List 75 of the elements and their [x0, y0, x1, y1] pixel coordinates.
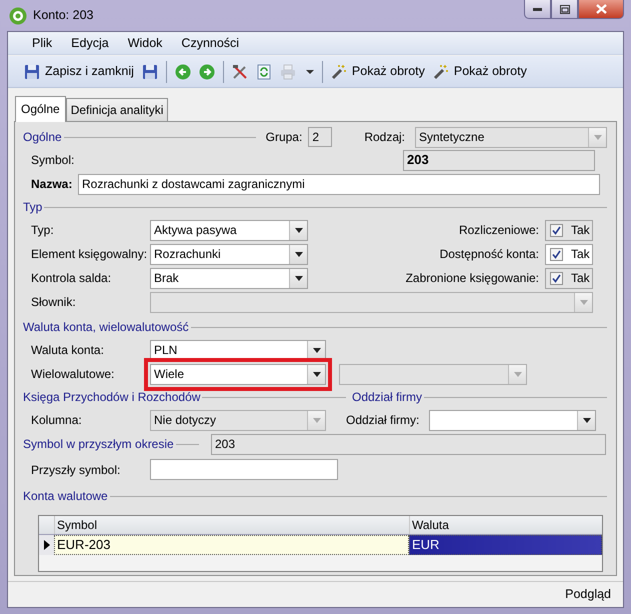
checkmark-icon — [552, 274, 561, 282]
caret-icon — [294, 276, 302, 280]
field-label: Wielowalutowe: — [30, 366, 116, 383]
table-cell[interactable]: EUR — [409, 535, 602, 555]
tab[interactable]: Definicja analityki — [66, 98, 168, 121]
caret-icon — [514, 372, 522, 376]
field-label: Rodzaj: — [364, 129, 405, 146]
field-label: Symbol: — [30, 152, 76, 169]
maximize-button[interactable] — [551, 0, 578, 19]
dropdown[interactable]: Brak — [150, 268, 308, 288]
dropdown[interactable]: Aktywa pasywa — [150, 220, 308, 240]
close-icon — [596, 4, 606, 14]
toolbar-button[interactable]: Pokaż obroty — [326, 60, 429, 83]
section-heading: Konta walutowe — [23, 488, 108, 505]
checkmark-icon — [552, 250, 561, 258]
field-label: Dostępność konta: — [438, 246, 540, 263]
minimize-icon — [533, 8, 542, 10]
magic-wand-icon — [330, 64, 347, 80]
menu-item[interactable]: Edycja — [61, 34, 118, 52]
toolbar-button[interactable]: Pokaż obroty — [428, 60, 531, 83]
group-field: 2 — [308, 127, 332, 147]
tab[interactable]: Ogólne — [15, 96, 66, 122]
field-label: Grupa: — [266, 129, 302, 146]
hammer-wrench-icon — [232, 64, 248, 80]
symbol-field: 203 — [403, 150, 595, 170]
status-text: Podgląd — [565, 586, 611, 604]
field-label: Rozliczeniowe: — [458, 222, 540, 239]
checkmark-icon — [552, 226, 561, 234]
section-heading: Księga Przychodów i Rozchodów — [23, 389, 200, 406]
column-header[interactable]: Waluta — [409, 516, 602, 534]
minimize-button[interactable] — [524, 0, 551, 19]
field-label: Przyszły symbol: — [30, 462, 122, 478]
caret-icon — [580, 300, 588, 304]
table-cell[interactable]: EUR-203 — [54, 535, 409, 555]
field-label: Słownik: — [30, 294, 77, 311]
symbol-field: 203 — [211, 434, 606, 454]
caret-icon — [582, 418, 590, 422]
caret-icon — [294, 252, 302, 256]
section-heading: Typ — [23, 199, 42, 216]
dropdown[interactable]: Rozrachunki — [150, 244, 308, 264]
field-label: Zabronione księgowanie: — [404, 270, 540, 287]
field-label: Waluta konta: — [30, 342, 105, 359]
text-field[interactable] — [150, 459, 338, 480]
field-label: Oddział firmy: — [346, 412, 420, 429]
field-label: Kontrola salda: — [30, 270, 112, 287]
column-header[interactable]: Symbol — [54, 516, 409, 534]
section-heading: Oddział firmy — [352, 389, 422, 406]
restore-icon — [560, 4, 570, 14]
toolbar-button[interactable]: Zapisz i zamknij — [20, 60, 138, 83]
caret-icon — [594, 134, 602, 140]
menu-item[interactable]: Czynności — [171, 34, 248, 52]
window-title: Konto: 203 — [33, 7, 94, 24]
dropdown[interactable] — [429, 410, 596, 430]
section-heading: Symbol w przyszłym okresie — [23, 436, 174, 453]
field-label: Kolumna: — [30, 412, 83, 429]
caret-icon — [312, 348, 320, 352]
dropdown[interactable]: Syntetyczne — [415, 126, 607, 148]
printer-icon — [280, 64, 296, 80]
name-field[interactable]: Rozrachunki z dostawcami zagranicznymi — [78, 174, 600, 194]
caret-icon — [294, 228, 302, 232]
caret-icon — [312, 372, 320, 376]
field-label: Nazwa: — [30, 176, 74, 193]
field-label: Element księgowalny: — [30, 246, 148, 263]
caret-icon — [312, 418, 320, 422]
menu-item[interactable]: Widok — [118, 34, 172, 52]
dropdown[interactable]: PLN — [150, 340, 326, 360]
close-button[interactable] — [578, 0, 624, 19]
app-logo-icon — [9, 6, 27, 24]
section-heading: Waluta konta, wielowalutowość — [23, 319, 189, 336]
refresh-document-icon — [256, 64, 272, 80]
menu-item[interactable]: Plik — [22, 34, 62, 52]
checkbox[interactable]: Tak — [545, 244, 593, 264]
field-label: Typ: — [30, 222, 55, 239]
section-heading: Ogólne — [23, 129, 62, 146]
magic-wand-icon — [432, 64, 449, 80]
